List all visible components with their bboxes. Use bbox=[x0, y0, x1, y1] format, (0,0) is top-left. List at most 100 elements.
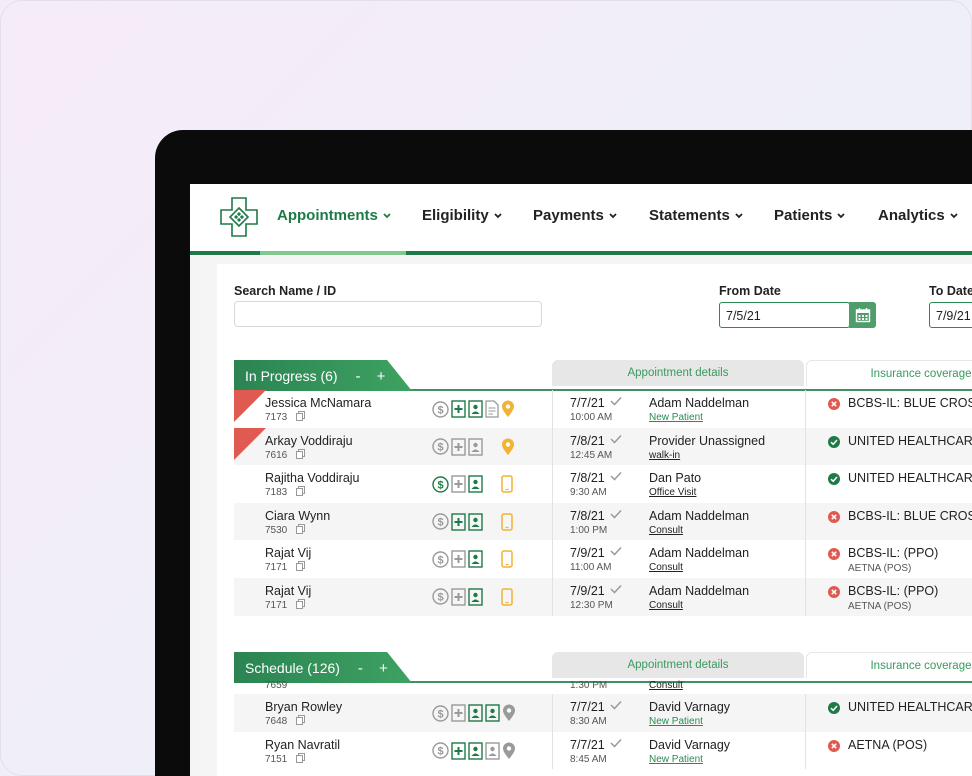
document-icon[interactable] bbox=[485, 400, 499, 418]
medical-record-icon[interactable] bbox=[451, 741, 466, 760]
medical-record-icon[interactable] bbox=[451, 704, 466, 722]
expand-collapse-controls[interactable]: - + bbox=[358, 660, 394, 677]
payment-dollar-icon[interactable]: $ bbox=[432, 704, 449, 722]
patient-card-icon[interactable] bbox=[468, 550, 483, 569]
table-row[interactable]: Arkay Voddiraju 7616 $ 7/8/21 12:45 AM P… bbox=[234, 427, 972, 466]
to-date-input[interactable]: 7/9/21 bbox=[929, 302, 972, 328]
patient-card-icon[interactable] bbox=[485, 704, 500, 722]
from-date-input[interactable]: 7/5/21 bbox=[719, 302, 850, 328]
medical-record-icon[interactable] bbox=[451, 437, 466, 456]
copy-icon[interactable] bbox=[296, 752, 305, 763]
nav-patients[interactable]: Patients bbox=[774, 207, 845, 224]
location-pin-icon[interactable] bbox=[501, 400, 515, 418]
appointment-type[interactable]: walk-in bbox=[649, 450, 680, 461]
nav-appointments[interactable]: Appointments bbox=[277, 207, 391, 224]
patient-card-icon[interactable] bbox=[468, 741, 483, 760]
insurance-coverage-header: Insurance coverage bbox=[806, 360, 972, 386]
location-pin-icon[interactable] bbox=[501, 438, 515, 456]
copy-icon[interactable] bbox=[296, 598, 305, 609]
mobile-phone-icon[interactable] bbox=[501, 513, 513, 531]
copy-icon[interactable] bbox=[296, 715, 305, 725]
nav-eligibility[interactable]: Eligibility bbox=[422, 207, 502, 224]
table-row[interactable]: Ciara Wynn 7530 $ 7/8/21 1:00 PM Adam Na… bbox=[234, 502, 972, 541]
medical-record-icon[interactable] bbox=[451, 475, 466, 493]
appointment-type[interactable]: New Patient bbox=[649, 412, 703, 423]
patient-name[interactable]: Ciara Wynn bbox=[265, 509, 330, 523]
action-icons: $ bbox=[432, 588, 513, 606]
copy-icon[interactable] bbox=[296, 448, 305, 459]
appointment-type[interactable]: New Patient bbox=[649, 716, 703, 727]
appointment-time: 10:00 AM bbox=[570, 412, 613, 423]
table-row[interactable]: Rajat Vij 7171 $ 7/9/21 12:30 PM Adam Na… bbox=[234, 577, 972, 616]
medical-record-icon[interactable] bbox=[451, 588, 466, 606]
appointment-time: 1:00 PM bbox=[570, 524, 608, 536]
payment-dollar-icon[interactable]: $ bbox=[432, 588, 449, 606]
search-input[interactable] bbox=[234, 301, 542, 327]
payment-dollar-icon[interactable]: $ bbox=[432, 438, 449, 455]
medical-record-icon[interactable] bbox=[451, 550, 466, 569]
payment-dollar-icon[interactable]: $ bbox=[432, 475, 449, 493]
nav-analytics[interactable]: Analytics bbox=[878, 207, 958, 224]
patient-card-icon[interactable] bbox=[468, 588, 483, 606]
svg-text:$: $ bbox=[437, 479, 443, 491]
payment-dollar-icon[interactable]: $ bbox=[432, 400, 449, 418]
payment-dollar-icon[interactable]: $ bbox=[432, 551, 449, 568]
copy-icon[interactable] bbox=[296, 411, 305, 421]
payment-dollar-icon[interactable]: $ bbox=[432, 742, 449, 759]
appointment-type[interactable]: Consult bbox=[649, 600, 683, 611]
medical-record-icon[interactable] bbox=[451, 400, 466, 418]
confirmed-check-icon bbox=[610, 434, 622, 444]
table-row[interactable]: Bryan Rowley 7648 $ 7/7/21 8:30 AM David… bbox=[234, 694, 972, 732]
appointment-type[interactable]: New Patient bbox=[649, 754, 703, 765]
table-row[interactable]: Ryan Navratil 7151 $ 7/7/21 8:45 AM Davi… bbox=[234, 731, 972, 770]
patient-name[interactable]: Jessica McNamara bbox=[265, 396, 371, 410]
mobile-phone-icon[interactable] bbox=[501, 475, 513, 493]
column-divider bbox=[552, 465, 553, 503]
in-progress-tab[interactable]: In Progress (6) - + bbox=[234, 360, 412, 391]
svg-text:$: $ bbox=[437, 708, 443, 720]
patient-name[interactable]: Arkay Voddiraju bbox=[265, 434, 353, 448]
copy-icon[interactable] bbox=[296, 523, 305, 534]
column-divider bbox=[805, 694, 806, 732]
payment-dollar-icon[interactable]: $ bbox=[432, 513, 449, 530]
patient-card-icon[interactable] bbox=[468, 400, 483, 418]
chevron-down-icon bbox=[950, 212, 958, 218]
appointment-type[interactable]: Office Visit bbox=[649, 487, 696, 498]
eligible-check-icon bbox=[828, 473, 840, 486]
table-row[interactable]: Rajat Vij 7171 $ 7/9/21 11:00 AM Adam Na… bbox=[234, 540, 972, 578]
appointment-date: 7/7/21 bbox=[570, 737, 605, 752]
patient-name[interactable]: Rajat Vij bbox=[265, 584, 311, 598]
patient-card-icon[interactable] bbox=[468, 513, 483, 531]
mobile-phone-icon[interactable] bbox=[501, 588, 513, 606]
location-pin-icon[interactable] bbox=[502, 742, 516, 760]
copy-icon[interactable] bbox=[296, 486, 305, 497]
nav-eligibility-label: Eligibility bbox=[422, 207, 489, 224]
nav-statements[interactable]: Statements bbox=[649, 207, 743, 224]
chevron-down-icon bbox=[609, 212, 617, 218]
table-row-partial[interactable]: 7659 1:30 PM Consult bbox=[234, 678, 972, 694]
patient-name[interactable]: Bryan Rowley bbox=[265, 700, 342, 714]
location-pin-icon[interactable] bbox=[502, 704, 516, 722]
nav-payments[interactable]: Payments bbox=[533, 207, 617, 224]
mobile-phone-icon[interactable] bbox=[501, 550, 513, 569]
insurance-name: BCBS-IL: BLUE CROSS bbox=[848, 396, 972, 410]
appointment-type[interactable]: Consult bbox=[649, 525, 683, 536]
patient-card-icon[interactable] bbox=[485, 741, 500, 760]
provider-name: Adam Naddelman bbox=[649, 546, 750, 561]
provider-name: Dan Pato bbox=[649, 471, 702, 486]
calendar-button[interactable] bbox=[849, 302, 876, 328]
patient-card-icon[interactable] bbox=[468, 437, 483, 456]
appointment-type[interactable]: Consult bbox=[649, 562, 683, 573]
appointment-type[interactable]: Consult bbox=[649, 680, 683, 691]
patient-name[interactable]: Rajitha Voddiraju bbox=[265, 471, 360, 485]
table-row[interactable]: Rajitha Voddiraju 7183 $ 7/8/21 9:30 AM … bbox=[234, 465, 972, 503]
copy-icon[interactable] bbox=[296, 561, 305, 572]
patient-card-icon[interactable] bbox=[468, 475, 483, 493]
expand-collapse-controls[interactable]: - + bbox=[355, 368, 391, 385]
column-divider bbox=[552, 694, 553, 732]
patient-card-icon[interactable] bbox=[468, 704, 483, 722]
patient-name[interactable]: Rajat Vij bbox=[265, 546, 311, 560]
table-row[interactable]: Jessica McNamara 7173 $ 7/7/21 10:00 AM … bbox=[234, 390, 972, 428]
patient-name[interactable]: Ryan Navratil bbox=[265, 738, 340, 752]
medical-record-icon[interactable] bbox=[451, 513, 466, 531]
